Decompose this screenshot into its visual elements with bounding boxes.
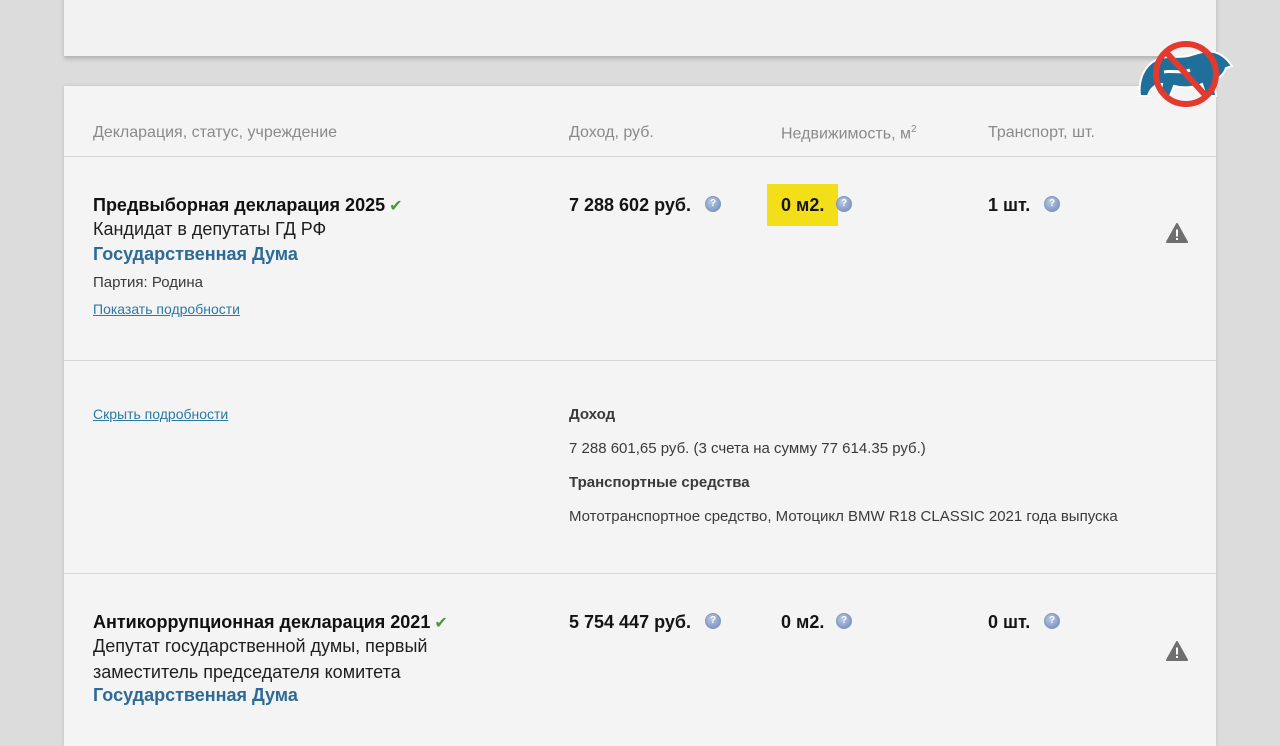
details-income-heading: Доход xyxy=(569,406,616,423)
details-transport-heading: Транспортные средства xyxy=(569,474,750,491)
previous-card xyxy=(64,0,1216,56)
declaration-title-text: Антикоррупционная декларация 2021 xyxy=(93,612,431,632)
header-divider xyxy=(64,156,1216,157)
declaration-row-1: Предвыборная декларация 2025 ✔ Кандидат в… xyxy=(93,195,403,317)
declaration-role: Кандидат в депутаты ГД РФ xyxy=(93,219,327,239)
realty-info-icon[interactable]: ? xyxy=(836,196,852,212)
header-realty-label: Недвижимость, м xyxy=(781,125,911,143)
details-income-text: 7 288 601,65 руб. (3 счета на сумму 77 6… xyxy=(569,440,926,457)
warning-icon[interactable] xyxy=(1166,641,1188,661)
details-divider xyxy=(64,573,1216,574)
income-value: 5 754 447 руб. xyxy=(569,612,691,632)
hide-details-link[interactable]: Скрыть подробности xyxy=(93,406,228,422)
header-realty: Недвижимость, м2 xyxy=(781,124,917,143)
transport-info-icon[interactable]: ? xyxy=(1044,613,1060,629)
details-transport-text: Мототранспортное средство, Мотоцикл BMW … xyxy=(569,508,1118,525)
header-transport: Транспорт, шт. xyxy=(988,124,1095,141)
warning-icon[interactable] xyxy=(1166,223,1188,243)
income-value: 7 288 602 руб. xyxy=(569,195,691,215)
show-details-link[interactable]: Показать подробности xyxy=(93,301,403,317)
transport-value: 1 шт. xyxy=(988,195,1031,215)
institution-link[interactable]: Государственная Дума xyxy=(93,244,403,265)
row-divider xyxy=(64,360,1216,361)
declaration-role: заместитель председателя комитета xyxy=(93,662,401,682)
header-declaration: Декларация, статус, учреждение xyxy=(93,124,338,141)
crossed-bear-logo-icon xyxy=(1138,41,1234,107)
header-realty-unit: 2 xyxy=(910,124,917,135)
transport-info-icon[interactable]: ? xyxy=(1044,196,1060,212)
verified-check-icon: ✔ xyxy=(434,615,448,632)
income-info-icon[interactable]: ? xyxy=(705,613,721,629)
declaration-title: Антикоррупционная декларация 2021 ✔ xyxy=(93,612,448,633)
header-income: Доход, руб. xyxy=(569,124,654,141)
declaration-row-2: Антикоррупционная декларация 2021 ✔ Депут… xyxy=(93,612,448,706)
party-label: Партия: Родина xyxy=(93,274,203,291)
verified-check-icon: ✔ xyxy=(389,198,403,215)
income-info-icon[interactable]: ? xyxy=(705,196,721,212)
declaration-title: Предвыборная декларация 2025 ✔ xyxy=(93,195,403,216)
realty-value: 0 м2. xyxy=(781,612,825,632)
institution-link[interactable]: Государственная Дума xyxy=(93,685,448,706)
declaration-title-text: Предвыборная декларация 2025 xyxy=(93,195,386,215)
declaration-role: Депутат государственной думы, первый xyxy=(93,636,428,656)
realty-value: 0 м2. xyxy=(781,195,825,215)
realty-info-icon[interactable]: ? xyxy=(836,613,852,629)
transport-value: 0 шт. xyxy=(988,612,1031,632)
